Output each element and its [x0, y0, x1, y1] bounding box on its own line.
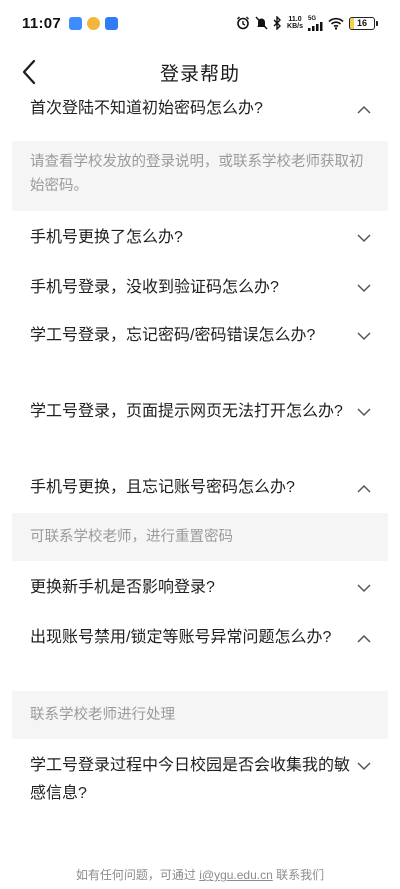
chevron-up-icon [356, 630, 372, 646]
chevron-up-icon [356, 101, 372, 117]
chevron-down-icon [356, 758, 372, 774]
bluetooth-icon [273, 16, 282, 30]
faq-list: 首次登陆不知道初始密码怎么办? 请查看学校发放的登录说明，或联系学校老师获取初始… [0, 93, 400, 853]
faq-question-row[interactable]: 学工号登录过程中今日校园是否会收集我的敏感信息? [0, 739, 400, 808]
faq-answer: 联系学校老师进行处理 [12, 691, 388, 739]
back-button[interactable] [14, 56, 44, 88]
faq-question: 出现账号禁用/锁定等账号异常问题怎么办? [30, 629, 332, 646]
faq-question-row[interactable]: 学工号登录，页面提示网页无法打开怎么办? [0, 385, 400, 426]
page-header: 登录帮助 [0, 46, 400, 98]
message-app-icon [69, 16, 83, 30]
chevron-up-icon [356, 480, 372, 496]
faq-question: 学工号登录过程中今日校园是否会收集我的敏感信息? [30, 757, 351, 802]
mute-icon [255, 16, 268, 30]
chevron-down-icon [356, 230, 372, 246]
footer-prefix: 如有任何问题，可通过 [75, 868, 196, 882]
chevron-down-icon [356, 328, 372, 344]
notification-icons [69, 16, 119, 30]
footer-suffix: 联系我们 [276, 868, 325, 882]
faq-item: 出现账号禁用/锁定等账号异常问题怎么办? [0, 611, 400, 691]
faq-item: 学工号登录，页面提示网页无法打开怎么办? [0, 385, 400, 461]
faq-question-row[interactable]: 手机号登录，没收到验证码怎么办? [0, 261, 400, 302]
faq-item: 学工号登录过程中今日校园是否会收集我的敏感信息? [0, 739, 400, 819]
faq-item: 学工号登录，忘记密码/密码错误怎么办? [0, 309, 400, 385]
faq-question: 学工号登录，忘记密码/密码错误怎么办? [30, 327, 316, 344]
faq-question-row[interactable]: 学工号登录，忘记密码/密码错误怎么办? [0, 309, 400, 350]
faq-question-row[interactable]: 更换新手机是否影响登录? [0, 561, 400, 602]
faq-item: 更换新手机是否影响登录? [0, 561, 400, 611]
battery-fill [350, 17, 354, 29]
faq-question: 首次登陆不知道初始密码怎么办? [30, 100, 263, 117]
faq-item: 首次登陆不知道初始密码怎么办? [0, 93, 400, 141]
faq-item: 手机号更换了怎么办? [0, 211, 400, 261]
faq-answer: 请查看学校发放的登录说明，或联系学校老师获取初始密码。 [12, 141, 388, 211]
faq-question: 手机号更换，且忘记账号密码怎么办? [30, 479, 295, 496]
chevron-down-icon [356, 404, 372, 420]
faq-question: 手机号更换了怎么办? [30, 229, 183, 246]
page-title: 登录帮助 [159, 63, 240, 85]
faq-answer: 可联系学校老师，进行重置密码 [12, 513, 388, 561]
campus-app-icon [105, 16, 119, 30]
faq-question: 手机号登录，没收到验证码怎么办? [30, 279, 279, 296]
faq-item: 手机号登录，没收到验证码怎么办? [0, 261, 400, 309]
status-bar: 11:07 11.0 KB/s 5G 16 [0, 0, 400, 46]
faq-item: 手机号更换，且忘记账号密码怎么办? [0, 461, 400, 513]
footer-contact: 如有任何问题，可通过 i@ygu.edu.cn 联系我们 [0, 865, 400, 889]
alarm-icon [236, 16, 250, 30]
status-time: 11:07 [22, 14, 62, 32]
chat-app-icon [87, 16, 101, 30]
faq-question: 学工号登录，页面提示网页无法打开怎么办? [30, 403, 343, 420]
network-speed: 11.0 KB/s [287, 16, 303, 30]
wifi-icon [328, 17, 344, 30]
cellular-signal-icon: 5G [308, 16, 323, 31]
faq-question-row[interactable]: 手机号更换了怎么办? [0, 211, 400, 252]
chevron-down-icon [356, 580, 372, 596]
back-arrow-icon [22, 59, 36, 85]
faq-question-row[interactable]: 首次登陆不知道初始密码怎么办? [0, 93, 400, 123]
faq-question: 更换新手机是否影响登录? [30, 579, 215, 596]
faq-question-row[interactable]: 出现账号禁用/锁定等账号异常问题怎么办? [0, 611, 400, 652]
chevron-down-icon [356, 280, 372, 296]
faq-question-row[interactable]: 手机号更换，且忘记账号密码怎么办? [0, 461, 400, 502]
contact-email-link[interactable]: i@ygu.edu.cn [199, 868, 273, 882]
battery-level: 16 [356, 18, 367, 28]
battery-indicator: 16 [349, 16, 378, 30]
